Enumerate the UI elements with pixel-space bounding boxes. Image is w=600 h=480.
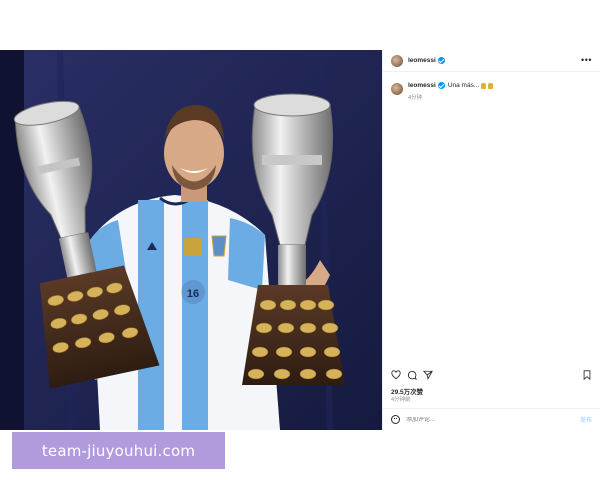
post-actions (391, 368, 592, 382)
post-username[interactable]: leomessi (408, 57, 436, 64)
post-side-panel: leomessi ••• leomessi Una más... 4分钟 29.… (382, 50, 600, 430)
post-comment-button[interactable]: 发布 (580, 415, 592, 424)
comment-icon[interactable] (407, 370, 417, 380)
post-time: 4分钟前 (391, 397, 411, 403)
avatar[interactable] (391, 54, 403, 67)
caption-username[interactable]: leomessi (408, 82, 436, 89)
watermark-text: team-jiuyouhui.com (41, 441, 196, 460)
send-icon[interactable] (423, 370, 433, 380)
emoji-icon[interactable] (391, 415, 400, 424)
trophy-icon (481, 82, 487, 89)
trophy-icon (488, 82, 494, 89)
caption-text: Una más... (447, 82, 480, 89)
caption-avatar[interactable] (391, 83, 403, 95)
caption: leomessi Una más... 4分钟 (383, 72, 600, 101)
watermark-banner: team-jiuyouhui.com (12, 432, 225, 469)
jersey-number: 16 (187, 288, 199, 300)
caption-time: 4分钟 (408, 95, 423, 101)
bookmark-icon[interactable] (582, 370, 592, 380)
more-horizontal-icon[interactable]: ••• (581, 56, 592, 65)
heart-icon[interactable] (391, 370, 401, 380)
verified-badge-icon (437, 82, 445, 89)
comment-input[interactable] (406, 416, 556, 423)
instagram-post-page: 16 leomessi ••• leomessi Una más... 4分钟 … (0, 0, 600, 480)
post-header: leomessi ••• (383, 50, 600, 72)
post-photo[interactable]: 16 (0, 50, 382, 430)
verified-badge-icon (437, 57, 445, 64)
photo-illustration: 16 (0, 50, 382, 430)
comment-bar: 发布 (383, 408, 600, 430)
